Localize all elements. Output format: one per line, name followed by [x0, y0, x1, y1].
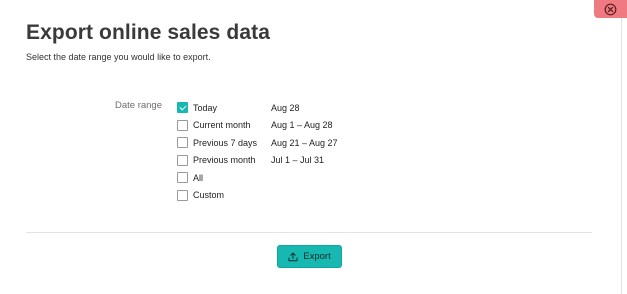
option-custom[interactable]: Custom	[177, 187, 338, 205]
option-label: Previous month	[193, 155, 256, 166]
checkbox-all[interactable]	[177, 172, 188, 184]
option-label: Previous 7 days	[193, 137, 258, 148]
option-date-range: Aug 21 – Aug 27	[271, 137, 338, 148]
export-button[interactable]: Export	[277, 245, 342, 268]
checkbox-current-month[interactable]	[177, 119, 188, 131]
option-previous-month[interactable]: Previous month Jul 1 – Jul 31	[177, 152, 338, 170]
option-current-month[interactable]: Current month Aug 1 – Aug 28	[177, 117, 338, 135]
option-date-range: Aug 1 – Aug 28	[271, 120, 333, 131]
checkbox-custom[interactable]	[177, 189, 188, 201]
option-today[interactable]: Today Aug 28	[177, 99, 338, 117]
option-date-range: Jul 1 – Jul 31	[271, 155, 325, 166]
date-range-options: Today Aug 28 Current month Aug 1 – Aug 2…	[177, 99, 338, 204]
option-label: All	[193, 172, 204, 183]
close-button[interactable]	[594, 0, 627, 18]
checkbox-today[interactable]	[177, 102, 188, 114]
export-dialog: Export online sales data Select the date…	[0, 0, 627, 294]
option-label: Current month	[193, 120, 251, 131]
dialog-edge	[621, 0, 622, 294]
checkbox-previous-month[interactable]	[177, 154, 188, 166]
option-label: Today	[193, 102, 218, 113]
dialog-subtitle: Select the date range you would like to …	[26, 52, 211, 62]
checkbox-previous-7-days[interactable]	[177, 137, 188, 149]
close-icon	[604, 3, 617, 15]
option-label: Custom	[193, 190, 225, 201]
upload-icon	[288, 252, 298, 261]
export-button-label: Export	[303, 251, 331, 262]
dialog-title: Export online sales data	[26, 21, 270, 44]
date-range-label: Date range	[115, 100, 163, 111]
option-date-range: Aug 28	[271, 102, 300, 113]
option-previous-7-days[interactable]: Previous 7 days Aug 21 – Aug 27	[177, 134, 338, 152]
option-all[interactable]: All	[177, 169, 338, 187]
footer-divider	[26, 232, 592, 233]
